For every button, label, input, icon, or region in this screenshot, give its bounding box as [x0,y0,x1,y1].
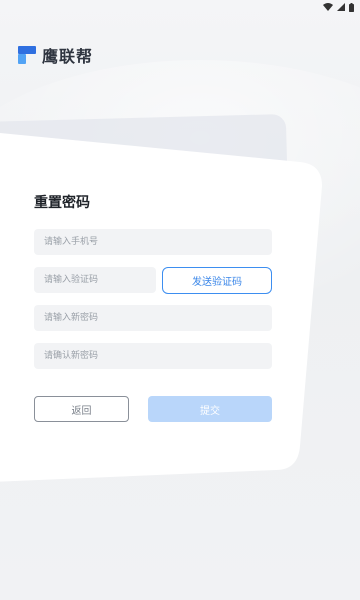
signal-icon [337,3,345,11]
phone-input[interactable] [34,229,272,255]
status-bar [0,0,360,14]
reset-password-screen: 鹰联帮 重置密码 发送验证码 返回 提交 [0,0,360,600]
battery-icon [349,2,354,12]
submit-button[interactable]: 提交 [148,396,272,422]
confirm-password-input[interactable] [34,343,272,369]
brand-name: 鹰联帮 [42,47,94,66]
wifi-icon [323,3,333,11]
logo-mark-icon [18,46,36,64]
verification-code-input[interactable] [34,267,156,293]
brand-logo: 鹰联帮 [18,45,94,66]
new-password-input[interactable] [34,305,272,331]
send-code-button[interactable]: 发送验证码 [162,267,272,294]
page-title: 重置密码 [34,195,90,211]
back-button[interactable]: 返回 [34,396,129,422]
